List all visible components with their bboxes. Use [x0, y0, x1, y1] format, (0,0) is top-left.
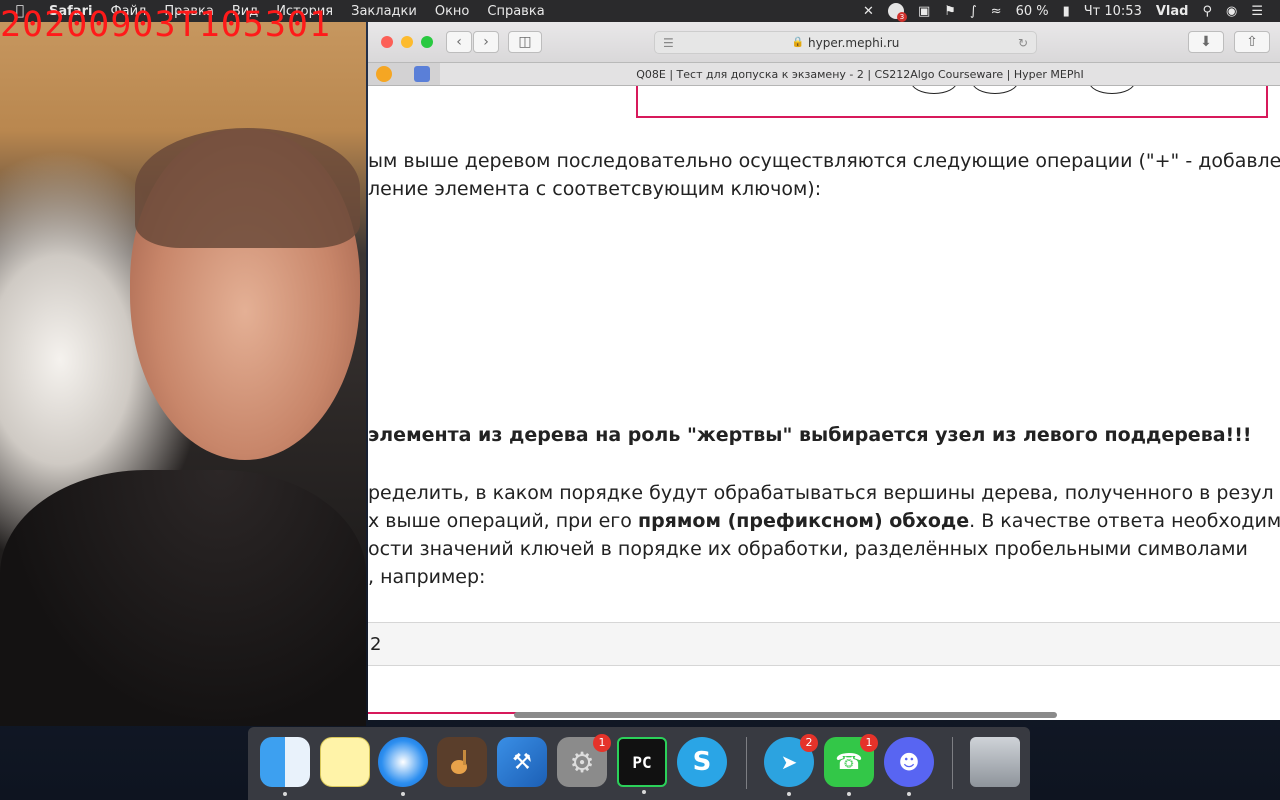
example-answer-text: 2 — [370, 633, 382, 655]
notification-app-icon[interactable]: 3 — [881, 3, 911, 22]
question-text-line: ости значений ключей в порядке их обрабо… — [368, 538, 1248, 560]
webcam-shirt — [0, 470, 366, 726]
horizontal-scrollbar-thumb[interactable] — [514, 712, 1057, 718]
tree-figure: 41 54 82 — [636, 86, 1268, 118]
back-button[interactable]: ‹ — [446, 31, 472, 53]
page-content: 41 54 82 ым выше деревом последовательно… — [368, 86, 1280, 720]
dock-xcode-icon[interactable]: ⚒ — [497, 737, 547, 787]
tree-node: 41 — [911, 86, 957, 94]
dock-notes-icon[interactable] — [320, 737, 370, 787]
sidebar-toggle-icon[interactable]: ◫ — [508, 31, 542, 53]
tools-icon[interactable]: ✕ — [856, 4, 881, 19]
text-segment: х выше операций, при его — [368, 510, 638, 532]
zoom-window-button[interactable] — [421, 36, 433, 48]
battery-icon: ▮ — [1062, 3, 1070, 19]
forward-button[interactable]: › — [473, 31, 499, 53]
minimize-window-button[interactable] — [401, 36, 413, 48]
system-preferences-badge: 1 — [593, 734, 611, 752]
lock-icon: 🔒 — [791, 37, 805, 48]
active-tab-title: Q08E | Тест для допуска к экзамену - 2 |… — [636, 67, 1084, 81]
dock-discord-icon[interactable]: ☻ — [884, 737, 934, 796]
user-name[interactable]: Vlad — [1149, 4, 1196, 19]
dock-skype-icon[interactable]: S — [677, 737, 727, 787]
question-text-line: ределить, в каком порядке будут обрабаты… — [368, 482, 1274, 504]
question-warning: элемента из дерева на роль "жертвы" выби… — [368, 424, 1252, 446]
url-text: hyper.mephi.ru — [808, 35, 900, 50]
share-button[interactable]: ⇧ — [1234, 31, 1270, 53]
menu-help[interactable]: Справка — [478, 4, 553, 19]
text-segment: . В качестве ответа необходим — [969, 510, 1280, 532]
reload-icon[interactable]: ↻ — [1018, 36, 1028, 50]
example-answer-box: 2 — [368, 622, 1280, 666]
dock-safari-icon[interactable] — [378, 737, 428, 796]
webcam-timestamp: 20200903T105301 — [0, 5, 332, 45]
active-tab[interactable]: Q08E | Тест для допуска к экзамену - 2 |… — [440, 63, 1280, 85]
reader-icon[interactable]: ☰ — [663, 36, 674, 50]
dock-telegram-icon[interactable]: ➤ 2 — [764, 734, 818, 796]
close-window-button[interactable] — [381, 36, 393, 48]
question-text-line: ление элемента с соответсвующим ключом): — [368, 178, 822, 200]
input-source-flag-icon[interactable]: ⚑ — [937, 4, 963, 19]
siri-icon[interactable]: ◉ — [1219, 4, 1244, 19]
display-icon[interactable]: ▣ — [911, 4, 937, 19]
bluetooth-icon[interactable]: ∫ — [963, 4, 984, 19]
telegram-badge: 2 — [800, 734, 818, 752]
tree-node: 82 — [1089, 86, 1135, 94]
clock[interactable]: Чт 10:53 — [1077, 4, 1149, 19]
notification-center-icon[interactable]: ☰ — [1244, 4, 1270, 19]
wifi-icon[interactable]: ≈ — [984, 4, 1009, 19]
tree-node: 54 — [972, 86, 1018, 94]
spotlight-search-icon[interactable]: ⚲ — [1195, 4, 1219, 19]
menu-bookmarks[interactable]: Закладки — [342, 4, 426, 19]
dock-separator — [952, 737, 953, 789]
horizontal-scrollbar[interactable] — [368, 710, 1280, 720]
browser-toolbar: ‹ › ◫ ☰ 🔒 hyper.mephi.ru ↻ ⬇ ⇧ — [368, 22, 1280, 63]
dock-finder-icon[interactable] — [260, 737, 310, 796]
facetime-badge: 1 — [860, 734, 878, 752]
dock-pycharm-icon[interactable]: PC — [617, 737, 667, 794]
dock-system-preferences-icon[interactable]: ⚙ 1 — [557, 734, 611, 787]
bold-term: прямом (префиксном) обходе — [637, 510, 970, 532]
menu-window[interactable]: Окно — [426, 4, 479, 19]
pinned-tab-icon[interactable] — [376, 66, 392, 82]
dock-trash-icon[interactable] — [970, 737, 1020, 787]
question-text-line: ым выше деревом последовательно осуществ… — [368, 150, 1280, 172]
webcam-feed — [0, 0, 366, 726]
pinned-tab-chat-icon[interactable] — [414, 66, 430, 82]
dock-separator — [746, 737, 747, 789]
question-text-line: , например: — [368, 566, 486, 588]
guitar-icon — [451, 750, 467, 774]
tab-bar: Q08E | Тест для допуска к экзамену - 2 |… — [368, 63, 1280, 86]
address-bar[interactable]: ☰ 🔒 hyper.mephi.ru ↻ — [654, 31, 1037, 54]
dock-garageband-icon[interactable] — [437, 737, 487, 787]
safari-window: ‹ › ◫ ☰ 🔒 hyper.mephi.ru ↻ ⬇ ⇧ Q08E | Те… — [368, 22, 1280, 720]
dock-facetime-icon[interactable]: ☎ 1 — [824, 734, 878, 796]
dock: ⚒ ⚙ 1 PC S ➤ 2 ☎ 1 ☻ — [248, 727, 1030, 800]
question-text-line: х выше операций, при его прямом (префикс… — [368, 510, 1280, 532]
battery-percent[interactable]: 60 % — [1009, 4, 1056, 19]
webcam-hair — [135, 128, 360, 248]
downloads-button[interactable]: ⬇ — [1188, 31, 1224, 53]
